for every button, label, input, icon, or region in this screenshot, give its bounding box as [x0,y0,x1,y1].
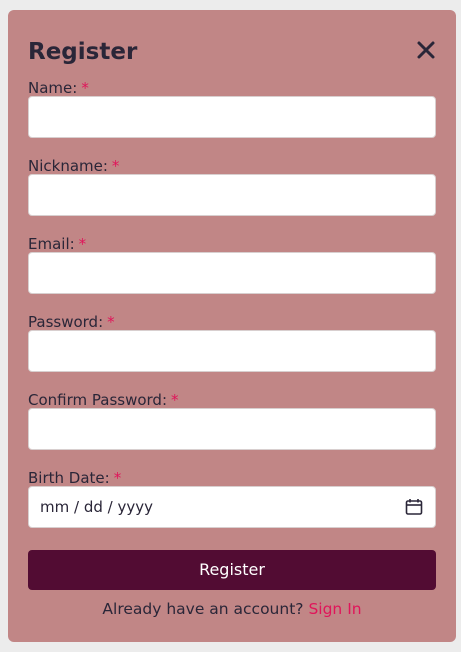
calendar-icon [405,499,423,515]
name-input[interactable] [28,96,436,138]
confirm-password-input[interactable] [28,408,436,450]
sign-in-prompt-text: Already have an account? [102,600,304,618]
birth-date-label: Birth Date: * [28,469,122,487]
nickname-field-group: Nickname: * [28,157,436,216]
close-icon [417,41,435,59]
name-field-group: Name: * [28,79,436,138]
birth-date-placeholder: mm / dd / yyyy [40,498,153,516]
confirm-password-field-group: Confirm Password: * [28,391,436,450]
birth-date-input[interactable]: mm / dd / yyyy [28,486,436,528]
password-field-group: Password: * [28,313,436,372]
nickname-input[interactable] [28,174,436,216]
sign-in-link[interactable]: Sign In [308,600,361,618]
name-label: Name: * [28,79,89,97]
required-marker: * [107,313,115,331]
sign-in-prompt: Already have an account? Sign In [28,599,436,619]
close-button[interactable] [416,40,436,60]
register-button[interactable]: Register [28,550,436,590]
birth-date-field-group: Birth Date: * mm / dd / yyyy [28,469,436,528]
required-marker: * [111,157,120,175]
confirm-password-label: Confirm Password: * [28,391,179,409]
calendar-button[interactable] [405,498,423,516]
register-modal: Register Name: * Nickname: * Email: * Passw… [8,10,456,642]
password-label: Password: * [28,313,115,331]
modal-header: Register [28,36,436,68]
required-marker: * [171,391,179,409]
email-field-group: Email: * [28,235,436,294]
modal-title: Register [28,39,138,65]
required-marker: * [78,235,87,253]
email-label: Email: * [28,235,87,253]
required-marker: * [113,469,122,487]
email-input[interactable] [28,252,436,294]
required-marker: * [81,79,89,97]
password-input[interactable] [28,330,436,372]
nickname-label: Nickname: * [28,157,120,175]
